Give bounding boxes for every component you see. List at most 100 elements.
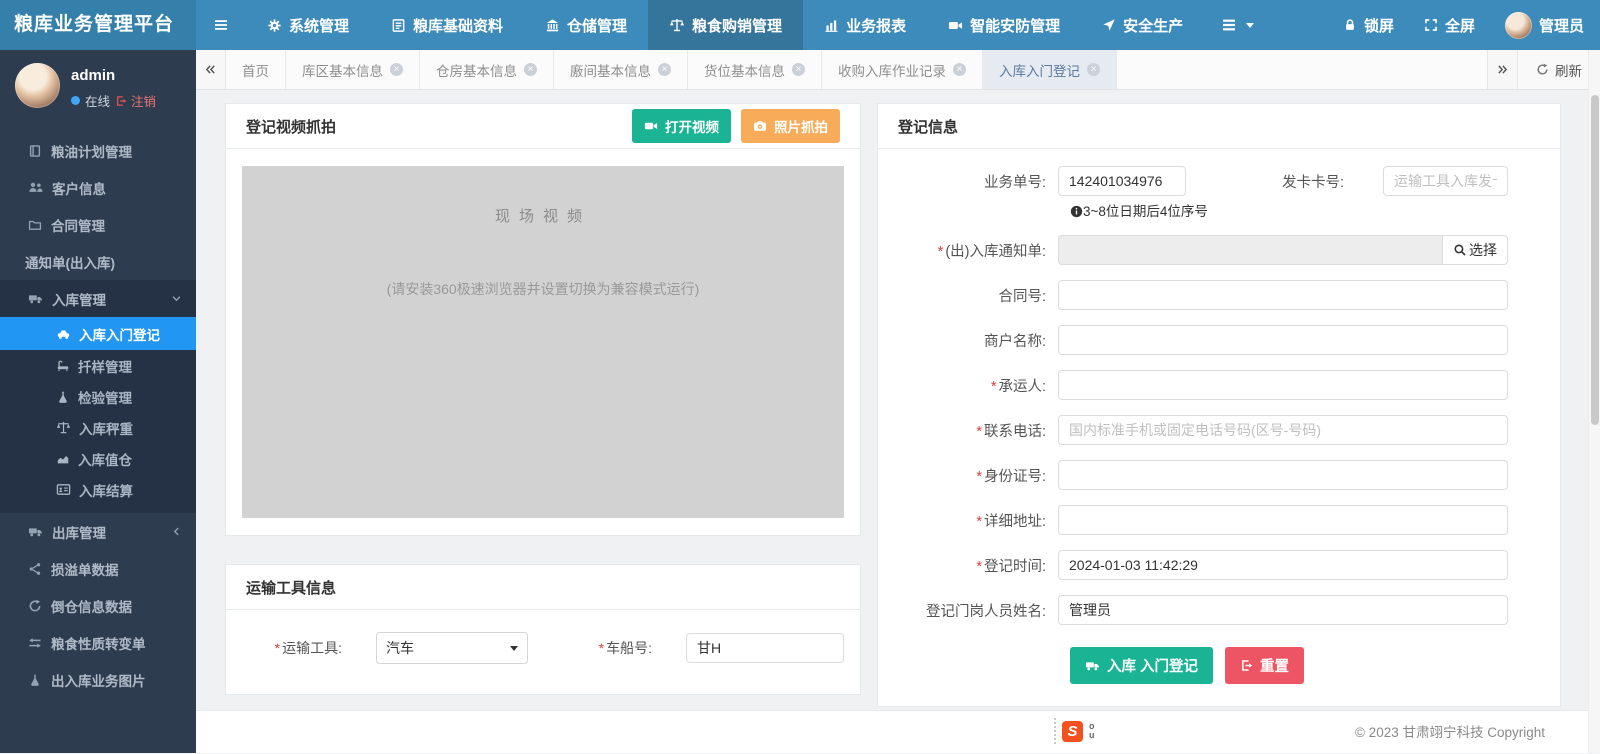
sidebar-item-grain-plan[interactable]: 粮油计划管理 [0,132,196,169]
gate-name-input[interactable] [1058,595,1508,625]
tabs-scroll-right-button[interactable] [1487,50,1517,89]
notice-select-button[interactable]: 选择 [1442,235,1508,265]
tab-close-icon[interactable]: × [658,63,671,76]
topnav-item-purchase-sale[interactable]: 粮食购销管理 [648,0,803,50]
tab-label: 廒间基本信息 [570,60,651,80]
scales-icon [56,420,71,435]
user-name-label: 管理员 [1539,15,1584,36]
sidebar-item-label: 入库秤重 [79,418,133,438]
scrollbar-thumb[interactable] [1591,95,1599,425]
share-icon [28,562,42,576]
phone-input[interactable] [1058,415,1508,445]
topnav-item-storage[interactable]: 仓储管理 [524,0,648,50]
transport-panel-title: 运输工具信息 [246,577,336,598]
exchange-icon [28,636,42,650]
tab-warehouse-info[interactable]: 仓房基本信息 × [420,50,554,89]
user-menu[interactable]: 管理员 [1505,12,1584,39]
logout-button[interactable]: 注销 [115,91,156,110]
page-scrollbar[interactable] [1588,50,1600,753]
sidebar-item-silo-transfer[interactable]: 倒仓信息数据 [0,587,196,624]
sidebar-user-panel: admin 在线 注销 [0,50,196,122]
ime-drag-handle-icon [1054,718,1056,744]
business-no-input[interactable] [1058,166,1186,196]
plate-input[interactable] [686,633,844,663]
contract-input[interactable] [1058,280,1508,310]
lock-icon [1343,18,1357,32]
required-mark: * [976,514,982,530]
sidebar-item-settlement[interactable]: 入库结算 [0,474,196,505]
sidebar-item-grain-nature-change[interactable]: 粮食性质转变单 [0,624,196,661]
topnav-item-security[interactable]: 智能安防管理 [927,0,1081,50]
sidebar-item-inbound-gate-register[interactable]: 入库入门登记 [0,317,196,350]
lock-screen-button[interactable]: 锁屏 [1343,15,1394,36]
gear-icon [267,18,282,33]
sidebar-item-notice[interactable]: 通知单(出入库) [0,243,196,280]
plate-label: *车船号: [528,638,652,658]
video-placeholder-title: 现场视频 [242,166,844,226]
reg-time-input[interactable] [1058,550,1508,580]
id-no-input[interactable] [1058,460,1508,490]
tab-slot-info[interactable]: 货位基本信息× [688,50,822,89]
merchant-input[interactable] [1058,325,1508,355]
topnav-label: 仓储管理 [567,15,627,36]
submit-register-button[interactable]: 入库 入门登记 [1070,647,1213,684]
sidebar-item-outbound-management[interactable]: 出库管理 [0,513,196,550]
tab-purchase-records[interactable]: 收购入库作业记录 × [822,50,983,89]
tab-inbound-gate-register[interactable]: 入库入门登记× [983,50,1117,89]
sidebar-toggle-button[interactable] [196,0,246,50]
sidebar-item-contracts[interactable]: 合同管理 [0,206,196,243]
area-chart-icon [56,452,70,466]
business-no-help: 3~8位日期后4位序号 [1070,202,1220,222]
card-no-input[interactable] [1383,166,1508,196]
open-video-button[interactable]: 打开视频 [632,109,731,143]
footer: S ou © 2023 甘肃翊宁科技 Copyright [196,710,1600,753]
sidebar-user-name: admin [71,67,156,84]
reset-button[interactable]: 重置 [1225,647,1304,684]
sign-out-icon [1240,659,1253,672]
sidebar-item-inspection[interactable]: 检验管理 [0,381,196,412]
scales-icon [669,17,685,33]
notice-input[interactable] [1058,235,1442,265]
tab-home[interactable]: 首页 [226,50,286,89]
tab-close-icon[interactable]: × [953,63,966,76]
photo-capture-button[interactable]: 照片抓拍 [741,109,840,143]
topnav-item-safety[interactable]: 安全生产 [1081,0,1204,50]
topnav-item-base-data[interactable]: 粮库基础资料 [370,0,524,50]
open-video-label: 打开视频 [665,116,719,136]
tabs-scroll-left-button[interactable] [196,50,226,89]
sidebar-item-label: 入库值仓 [78,449,132,469]
address-input[interactable] [1058,505,1508,535]
carrier-input[interactable] [1058,370,1508,400]
carrier-label: *承运人: [878,375,1058,396]
sidebar-item-loss-overflow[interactable]: 损溢单数据 [0,550,196,587]
contract-label: 合同号: [878,285,1058,306]
bar-chart-icon [824,18,839,33]
sidebar-item-weighing[interactable]: 入库秤重 [0,412,196,443]
tab-close-icon[interactable]: × [524,63,537,76]
photo-capture-label: 照片抓拍 [774,116,828,136]
sidebar-item-storing[interactable]: 入库值仓 [0,443,196,474]
sidebar-item-sampling[interactable]: 扦样管理 [0,350,196,381]
location-arrow-icon [1102,18,1116,32]
topnav-item-system[interactable]: 系统管理 [246,0,370,50]
tab-close-icon[interactable]: × [390,63,403,76]
car-icon [56,326,71,341]
tab-label: 收购入库作业记录 [838,60,946,80]
tab-label: 仓房基本信息 [436,60,517,80]
id-no-label: *身份证号: [878,465,1058,486]
tab-close-icon[interactable]: × [792,63,805,76]
sidebar-item-business-pictures[interactable]: 出入库业务图片 [0,661,196,698]
tab-depot-info[interactable]: 库区基本信息× [286,50,420,89]
topnav-label: 智能安防管理 [970,15,1060,36]
topnav-more-menu[interactable] [1204,0,1271,50]
sidebar-item-customers[interactable]: 客户信息 [0,169,196,206]
tab-granary-info[interactable]: 廒间基本信息 × [554,50,688,89]
sidebar-item-inbound-management[interactable]: 入库管理 [0,280,196,317]
tab-close-icon[interactable]: × [1087,63,1100,76]
topnav-item-reports[interactable]: 业务报表 [803,0,927,50]
reset-label: 重置 [1260,655,1289,676]
notice-select-label: 选择 [1469,240,1497,260]
fullscreen-button[interactable]: 全屏 [1424,15,1475,36]
ime-logo-icon[interactable]: S [1062,721,1083,742]
vehicle-select[interactable]: 汽车 [376,632,528,664]
